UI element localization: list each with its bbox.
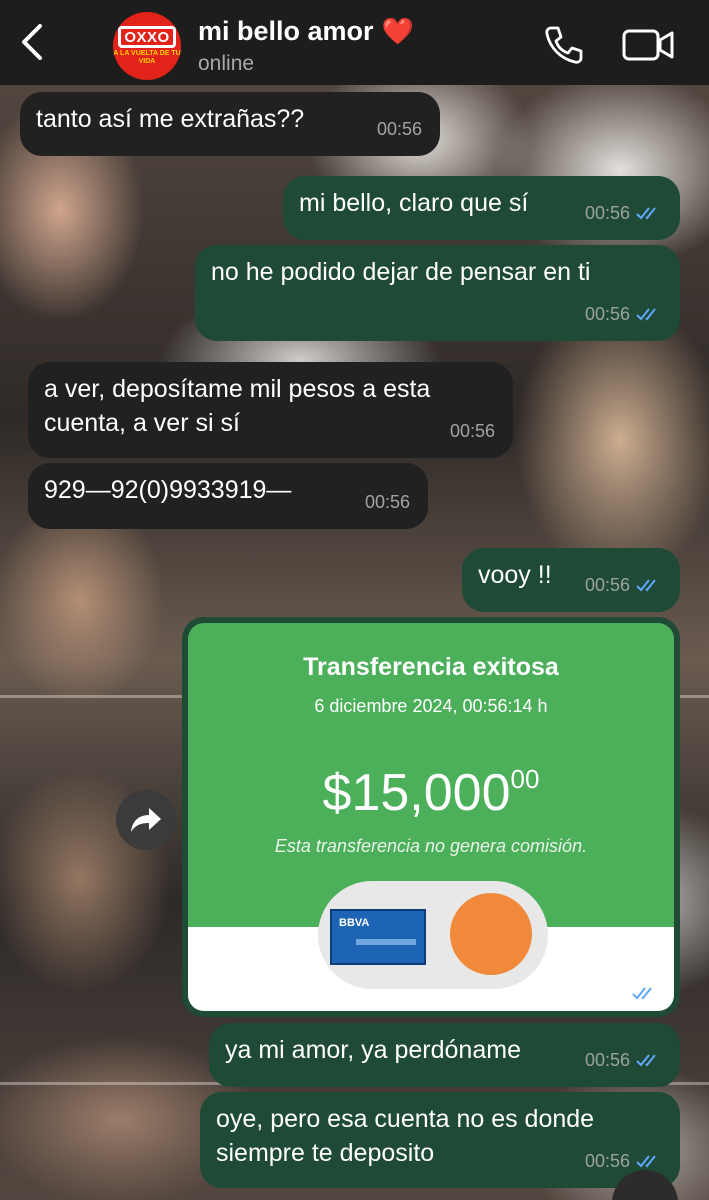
back-button[interactable]	[14, 22, 50, 62]
chat-header: OXXO A LA VUELTA DE TU VIDA mi bello amo…	[0, 0, 709, 85]
bank-name: BBVA	[339, 917, 370, 929]
video-icon	[622, 29, 674, 61]
message-time: 00:56	[584, 203, 630, 223]
transfer-receipt-message[interactable]: Transferencia exitosa 6 diciembre 2024, …	[182, 617, 680, 1017]
account-pill: BBVA	[318, 881, 548, 989]
logo-tagline: A LA VUELTA DE TU VIDA	[113, 50, 181, 65]
double-check-icon	[636, 579, 656, 592]
receipt-amount-main: $15,000	[322, 764, 511, 822]
oxxo-logo: OXXO	[118, 26, 176, 48]
video-call-button[interactable]	[622, 27, 674, 63]
double-check-icon	[632, 986, 652, 999]
receipt-amount-cents: 00	[510, 764, 540, 794]
message-text: a ver, deposítame mil pesos a esta cuent…	[44, 375, 431, 437]
transfer-receipt-image[interactable]: Transferencia exitosa 6 diciembre 2024, …	[188, 623, 674, 1011]
double-check-icon	[636, 308, 656, 321]
heart-emoji: ❤️	[381, 16, 414, 46]
receipt-amount: $15,00000	[188, 763, 674, 823]
message-text: vooy !!	[478, 561, 552, 589]
receipt-note: Esta transferencia no genera comisión.	[274, 836, 588, 856]
back-icon	[22, 24, 42, 60]
forward-icon	[131, 808, 161, 832]
receipt-title: Transferencia exitosa	[303, 653, 559, 681]
double-check-icon	[636, 1054, 656, 1067]
message-time: 00:56	[376, 119, 422, 139]
bank-card-icon: BBVA	[330, 909, 426, 965]
forward-button[interactable]	[116, 790, 176, 850]
message-bubble-outgoing[interactable]: vooy !! 00:56	[462, 548, 680, 612]
message-text: oye, pero esa cuenta no es donde siempre…	[216, 1105, 595, 1167]
message-time: 00:56	[584, 304, 630, 324]
message-text: 929—92(0)9933919—	[44, 476, 292, 504]
message-time: 00:56	[584, 1050, 630, 1070]
message-bubble-outgoing[interactable]: no he podido dejar de pensar en ti 00:56	[195, 245, 680, 341]
card-stripe	[356, 939, 416, 945]
message-text: ya mi amor, ya perdóname	[225, 1036, 521, 1064]
double-check-icon	[636, 207, 656, 220]
contact-status: online	[198, 52, 255, 75]
message-text: mi bello, claro que sí	[299, 189, 529, 217]
message-time: 00:56	[449, 421, 495, 441]
message-text: tanto así me extrañas??	[36, 105, 305, 133]
message-time: 00:56	[580, 982, 626, 1002]
message-bubble-outgoing[interactable]: ya mi amor, ya perdóname 00:56	[209, 1023, 680, 1087]
message-bubble-incoming[interactable]: 929—92(0)9933919— 00:56	[28, 463, 428, 529]
message-bubble-incoming[interactable]: a ver, deposítame mil pesos a esta cuent…	[28, 362, 513, 458]
message-bubble-outgoing[interactable]: oye, pero esa cuenta no es donde siempre…	[200, 1092, 680, 1188]
recipient-avatar-icon	[450, 893, 532, 975]
phone-icon	[545, 26, 583, 64]
contact-name[interactable]: mi bello amor ❤️	[198, 16, 414, 47]
contact-name-text: mi bello amor	[198, 16, 374, 46]
voice-call-button[interactable]	[543, 24, 585, 66]
double-check-icon	[636, 1155, 656, 1168]
message-time: 00:56	[584, 1151, 630, 1171]
avatar[interactable]: OXXO A LA VUELTA DE TU VIDA	[113, 12, 181, 80]
message-bubble-incoming[interactable]: tanto así me extrañas?? 00:56	[20, 92, 440, 156]
receipt-date: 6 diciembre 2024, 00:56:14 h	[314, 696, 548, 716]
message-time: 00:56	[364, 492, 410, 512]
message-text: no he podido dejar de pensar en ti	[211, 258, 591, 286]
message-time: 00:56	[584, 575, 630, 595]
message-bubble-outgoing[interactable]: mi bello, claro que sí 00:56	[283, 176, 680, 240]
